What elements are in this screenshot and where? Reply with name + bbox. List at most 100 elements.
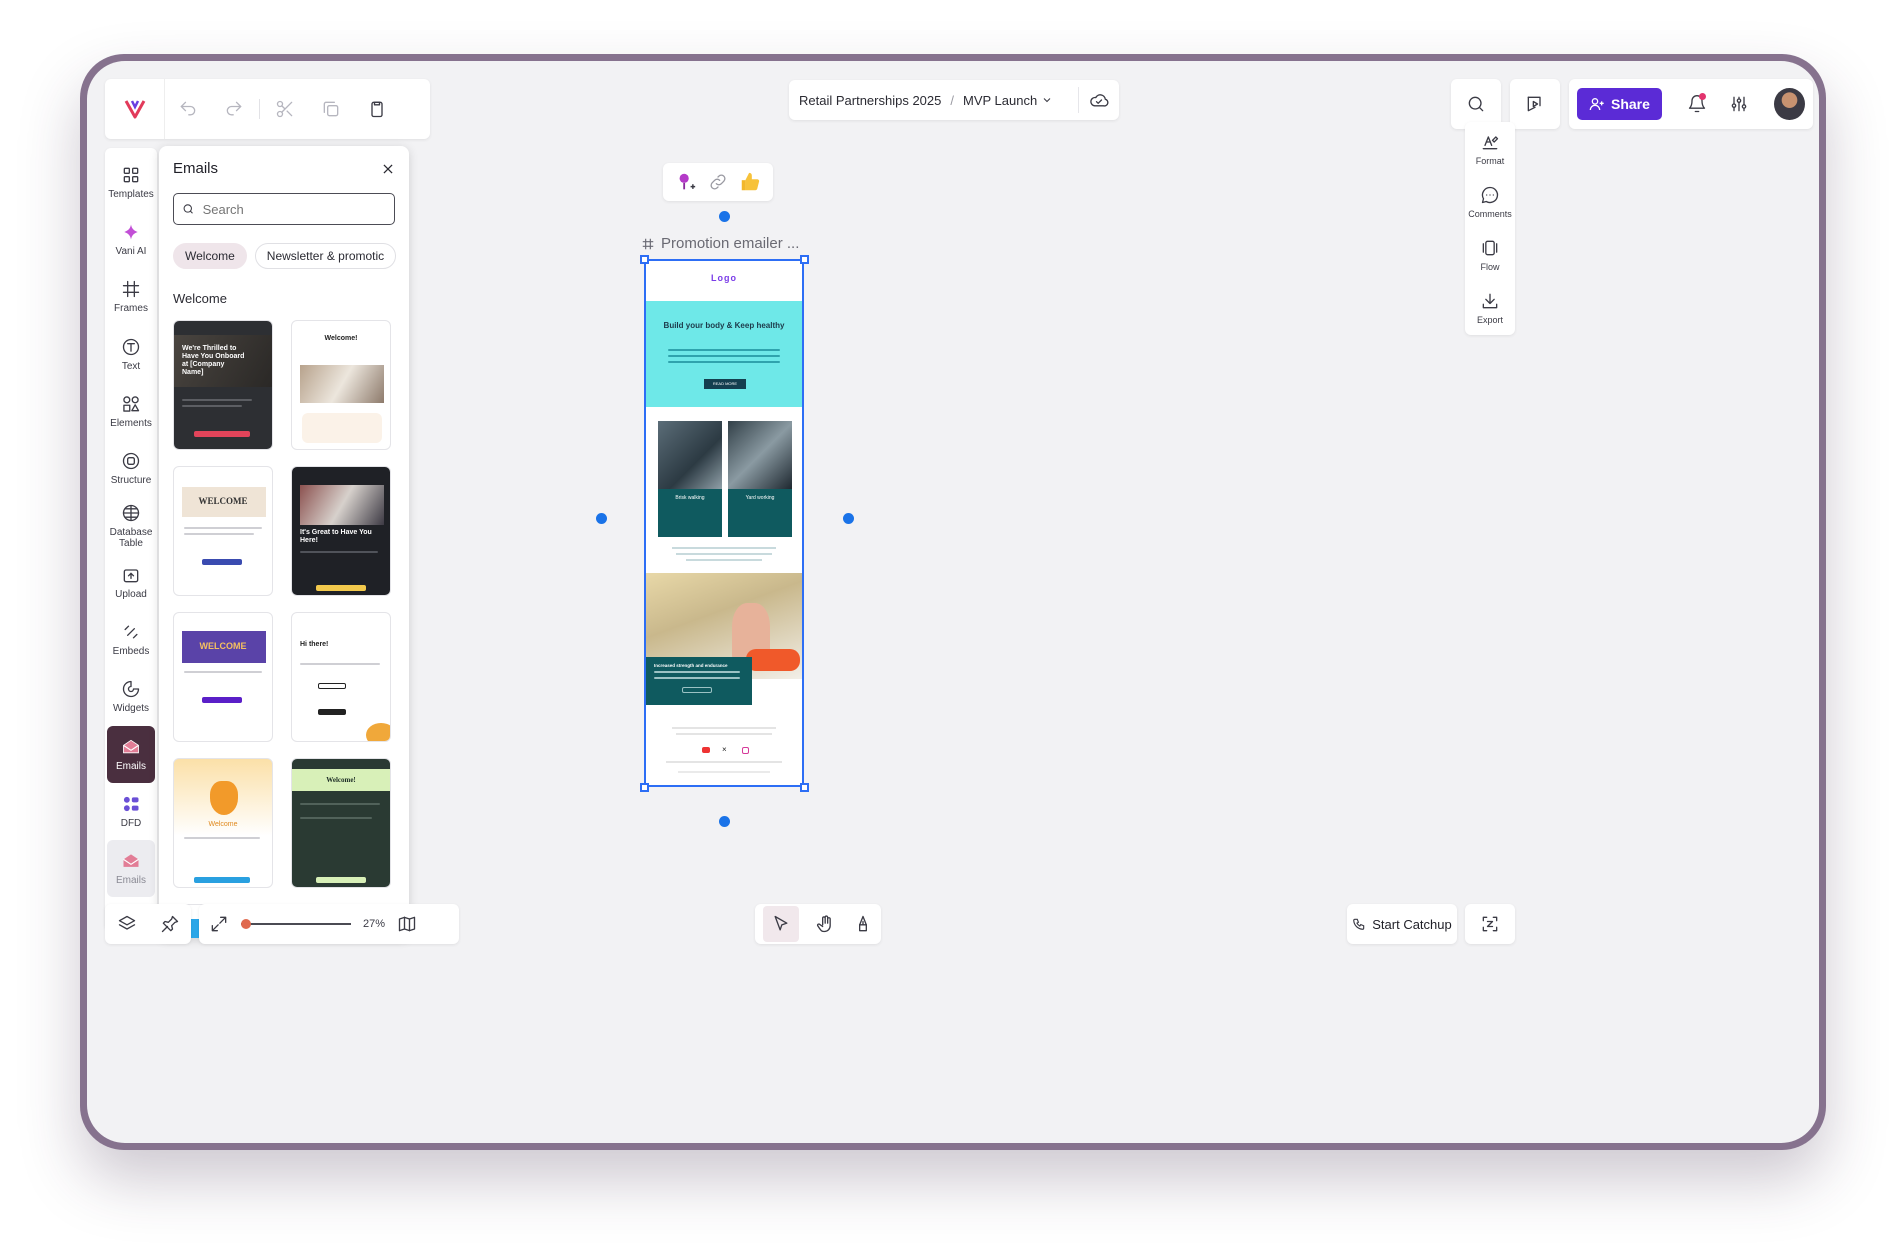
redo-icon[interactable] <box>211 86 257 132</box>
email-icon <box>123 739 139 753</box>
connector-top[interactable] <box>719 211 730 222</box>
rail-label: Comments <box>1468 208 1512 219</box>
minimap-icon[interactable] <box>397 914 417 934</box>
breadcrumb-separator: / <box>950 92 954 108</box>
rail-item-embeds[interactable]: Embeds <box>107 611 155 668</box>
rail-item-comments[interactable]: Comments <box>1468 175 1512 228</box>
template-thumbnail[interactable]: Welcome! <box>291 320 391 450</box>
template-thumbnail[interactable]: Welcome! <box>291 758 391 888</box>
rail-item-emails[interactable]: Emails <box>107 725 155 783</box>
overlay-line <box>654 671 740 673</box>
zoom-fit-icon[interactable] <box>1465 904 1515 944</box>
fit-screen-icon[interactable] <box>209 914 229 934</box>
resize-handle-bl[interactable] <box>640 783 649 792</box>
app-logo[interactable] <box>105 79 165 139</box>
present-icon[interactable] <box>1510 79 1560 129</box>
link-icon[interactable] <box>708 172 728 192</box>
template-thumbnail[interactable]: Welcome <box>173 758 273 888</box>
resize-handle-tr[interactable] <box>800 255 809 264</box>
connector-right[interactable] <box>843 513 854 524</box>
rail-item-structure[interactable]: Structure <box>107 440 155 497</box>
cut-icon[interactable] <box>262 86 308 132</box>
rail-item-templates[interactable]: Templates <box>107 154 155 211</box>
thumb-title: Welcome! <box>324 335 358 342</box>
panel-header: Emails <box>173 160 395 177</box>
structure-icon <box>122 452 140 470</box>
email-frame[interactable]: Logo Build your body & Keep healthy READ… <box>644 259 804 787</box>
paste-icon[interactable] <box>354 86 400 132</box>
rail-item-database-table[interactable]: Database Table <box>107 497 155 554</box>
connector-left[interactable] <box>596 513 607 524</box>
template-thumbnail[interactable]: WELCOME <box>173 612 273 742</box>
thumb-button <box>316 877 366 883</box>
rail-label: Frames <box>114 303 148 315</box>
rail-item-upload[interactable]: Upload <box>107 554 155 611</box>
settings-sliders-icon[interactable] <box>1720 84 1758 124</box>
email-footer-line <box>678 771 770 773</box>
notifications-icon[interactable] <box>1678 84 1716 124</box>
thumb-button <box>194 431 250 437</box>
comment-icon <box>1481 186 1499 204</box>
resize-handle-br[interactable] <box>800 783 809 792</box>
chip-newsletter[interactable]: Newsletter & promotic <box>254 243 397 269</box>
template-thumbnail[interactable]: It's Great to Have You Here! <box>291 466 391 596</box>
text-icon <box>122 338 140 355</box>
rail-label: Flow <box>1480 262 1500 273</box>
template-thumbnail[interactable]: We're Thrilled to Have You Onboard at [C… <box>173 320 273 450</box>
thumb-image <box>300 365 384 403</box>
panel-title: Emails <box>173 160 219 177</box>
widget-icon <box>122 681 140 698</box>
add-user-icon <box>1589 98 1604 111</box>
rail-item-export[interactable]: Export <box>1477 282 1503 335</box>
rail-item-flow[interactable]: Flow <box>1480 229 1500 282</box>
frame-label[interactable]: Promotion emailer ... <box>641 235 799 252</box>
sparkle-icon <box>124 224 138 240</box>
pin-icon[interactable] <box>675 171 697 193</box>
zoom-slider[interactable] <box>241 918 351 930</box>
x-icon: × <box>722 745 727 754</box>
thumb-title: WELCOME <box>199 641 247 651</box>
chip-welcome[interactable]: Welcome <box>173 243 247 269</box>
template-grid: We're Thrilled to Have You Onboard at [C… <box>173 320 395 938</box>
rail-item-elements[interactable]: Elements <box>107 383 155 440</box>
share-label: Share <box>1611 96 1650 112</box>
select-tool[interactable] <box>763 906 800 942</box>
hand-icon[interactable] <box>816 914 836 934</box>
rail-label: Templates <box>108 189 154 201</box>
pen-icon[interactable] <box>853 914 873 934</box>
thumb-line <box>184 671 262 673</box>
close-icon[interactable] <box>381 162 395 176</box>
layers-icon[interactable] <box>117 914 137 934</box>
user-avatar[interactable] <box>1774 88 1805 120</box>
pin-icon[interactable] <box>160 914 180 934</box>
rail-item-emails-secondary[interactable]: Emails <box>107 839 155 898</box>
breadcrumb-page-dropdown[interactable]: MVP Launch <box>963 93 1053 108</box>
top-right-actions: Share <box>1569 79 1813 129</box>
zoom-slider-knob[interactable] <box>241 919 251 929</box>
share-button[interactable]: Share <box>1577 88 1662 120</box>
search-input[interactable] <box>202 201 386 217</box>
rail-label: Upload <box>115 589 147 601</box>
thumb-image <box>210 781 238 815</box>
rail-item-dfd[interactable]: DFD <box>107 783 155 840</box>
thumb-title: WELCOME <box>198 496 248 506</box>
cloud-sync-icon[interactable] <box>1078 87 1109 113</box>
undo-icon[interactable] <box>165 86 211 132</box>
rail-item-widgets[interactable]: Widgets <box>107 668 155 725</box>
rail-label: Structure <box>110 474 152 486</box>
template-thumbnail[interactable]: WELCOME <box>173 466 273 596</box>
rail-item-frames[interactable]: Frames <box>107 268 155 325</box>
rail-item-text[interactable]: Text <box>107 325 155 382</box>
template-thumbnail[interactable]: Hi there! <box>291 612 391 742</box>
thumbs-up-icon[interactable] <box>739 171 761 193</box>
connector-bottom[interactable] <box>719 816 730 827</box>
start-catchup-button[interactable]: Start Catchup <box>1347 904 1457 944</box>
resize-handle-tl[interactable] <box>640 255 649 264</box>
rail-item-vani-ai[interactable]: Vani AI <box>107 211 155 268</box>
email-footer-line <box>676 733 772 735</box>
copy-icon[interactable] <box>308 86 354 132</box>
rail-item-format[interactable]: Format <box>1476 122 1504 175</box>
breadcrumb-project[interactable]: Retail Partnerships 2025 <box>799 93 941 108</box>
zoom-controls: 27% <box>199 904 459 944</box>
thumb-title: We're Thrilled to Have You Onboard at [C… <box>182 345 245 376</box>
